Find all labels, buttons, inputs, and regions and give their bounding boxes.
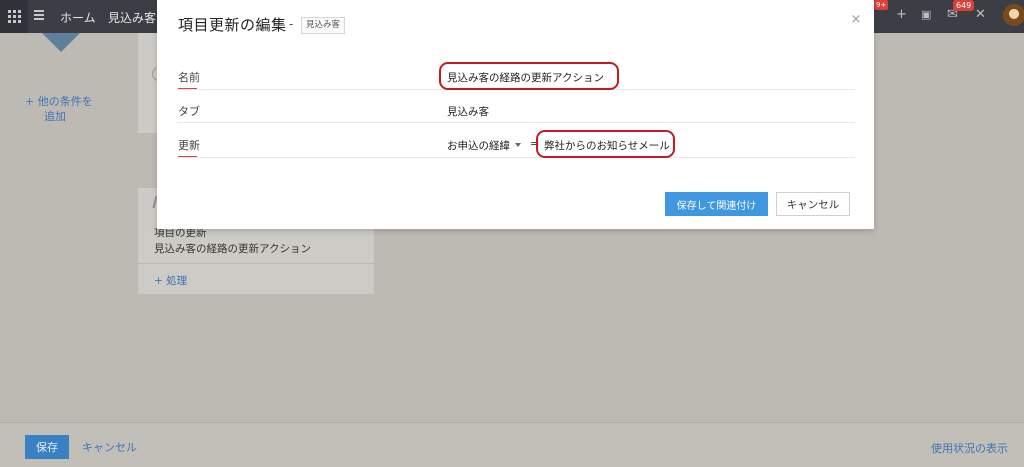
divider <box>138 263 374 264</box>
menu-icon[interactable] <box>34 8 48 22</box>
notification-badge: 9+ <box>874 0 889 10</box>
annotation-circle-value <box>536 130 675 158</box>
add-condition-link-line2[interactable]: 追加 <box>44 108 66 124</box>
nav-tab-leads[interactable]: 見込み客 <box>108 9 156 26</box>
tab-value: 見込み客 <box>447 106 489 118</box>
add-action-link[interactable]: + 処理 <box>154 273 187 288</box>
avatar[interactable] <box>1003 4 1024 26</box>
plus-icon[interactable]: + <box>896 7 907 22</box>
bottom-action-bar: 保存 キャンセル 使用状況の表示 <box>0 422 1024 467</box>
edit-field-update-dialog: 項目更新の編集 - 見込み客 × 名前 見込み客の経路の更新アクション タブ 見… <box>157 0 874 229</box>
grid-icon <box>7 10 21 23</box>
title-separator: - <box>289 17 294 31</box>
name-label: 名前 <box>178 71 200 89</box>
cancel-link[interactable]: キャンセル <box>82 439 137 455</box>
mail-badge: 649 <box>953 0 975 11</box>
tools-icon[interactable]: ✕ <box>975 7 986 22</box>
annotation-circle-name <box>439 62 619 90</box>
cancel-button[interactable]: キャンセル <box>776 192 850 216</box>
row-divider <box>177 157 855 158</box>
module-chip: 見込み客 <box>301 17 346 34</box>
app-grid-button[interactable] <box>0 0 28 33</box>
nav-tab-home[interactable]: ホーム <box>60 9 96 26</box>
calendar-icon[interactable]: ▣ <box>921 8 931 21</box>
active-tab-indicator <box>42 33 80 52</box>
chevron-down-icon[interactable] <box>515 143 521 147</box>
update-field-select[interactable]: お申込の経緯 <box>447 138 510 153</box>
save-button[interactable]: 保存 <box>25 435 69 459</box>
action-name[interactable]: 見込み客の経路の更新アクション <box>154 241 311 256</box>
row-divider <box>177 122 855 123</box>
usage-link[interactable]: 使用状況の表示 <box>931 440 1008 456</box>
close-icon[interactable]: × <box>849 13 863 27</box>
tab-label: タブ <box>178 105 200 118</box>
update-label: 更新 <box>178 139 200 157</box>
save-and-associate-button[interactable]: 保存して関連付け <box>665 192 768 216</box>
dialog-title: 項目更新の編集 <box>178 16 287 34</box>
add-condition-link[interactable]: + 他の条件を <box>25 93 93 109</box>
